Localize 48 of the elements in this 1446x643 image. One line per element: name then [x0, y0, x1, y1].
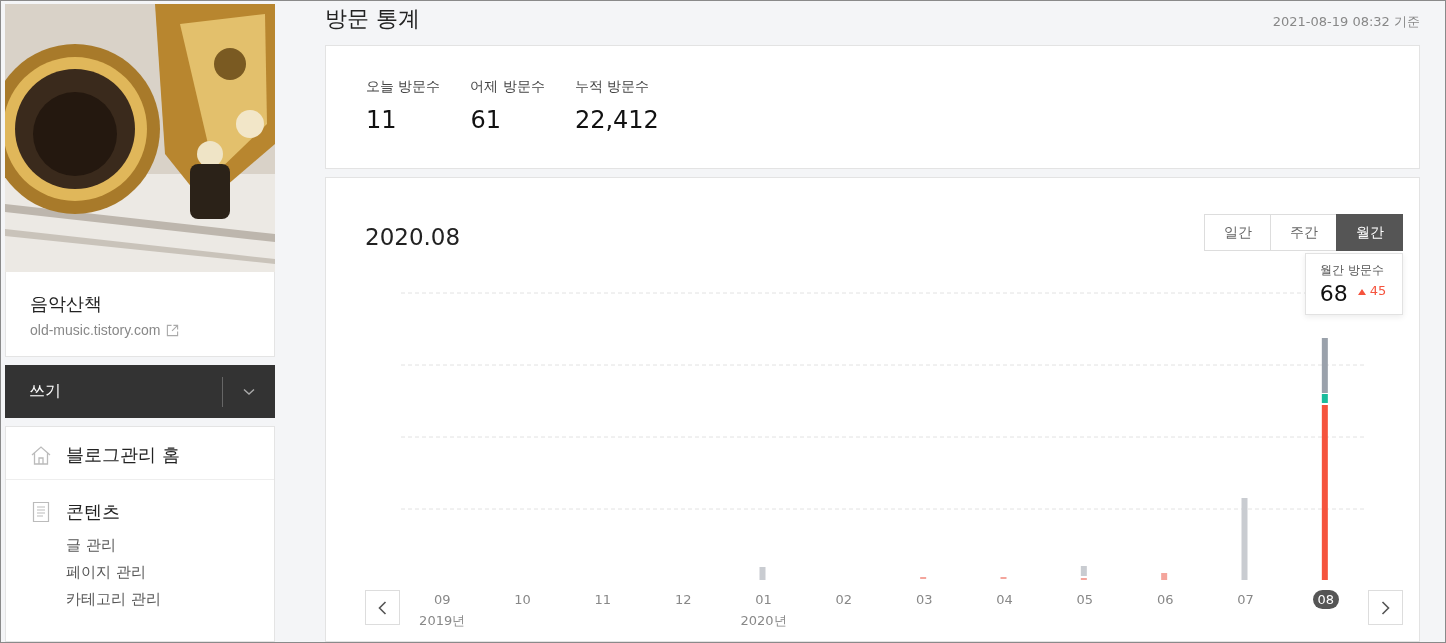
previous-button[interactable] [365, 590, 400, 625]
stat-label: 어제 방문수 [470, 78, 545, 96]
month-label[interactable]: 09 [428, 590, 456, 609]
period-label: 2020.08 [365, 223, 461, 250]
document-icon [30, 501, 52, 523]
menu-item[interactable]: 글 관리 [66, 536, 250, 555]
menu-item[interactable]: 페이지 관리 [66, 563, 250, 582]
up-triangle-icon [1357, 289, 1366, 295]
month-label[interactable]: 06 [1151, 590, 1179, 609]
chevron-left-icon [378, 600, 387, 615]
tooltip-change: 45 [1369, 283, 1387, 298]
tooltip-value: 68 [1319, 281, 1348, 306]
chevron-right-icon [1381, 600, 1390, 615]
month-label[interactable]: 10 [509, 590, 536, 609]
next-button[interactable] [1368, 590, 1403, 625]
blog-url[interactable]: old-music.tistory.com [30, 322, 161, 338]
tooltip-label: 월간 방문수 [1319, 262, 1385, 279]
menu-section-title[interactable]: 블로그관리 홈 [66, 443, 180, 467]
range-tab[interactable]: 주간 [1270, 214, 1337, 251]
month-label[interactable]: 08 [1312, 590, 1340, 609]
page-title: 방문 통계 [325, 5, 420, 33]
bar [1161, 573, 1168, 580]
month-label[interactable]: 07 [1232, 590, 1259, 609]
bar [1080, 566, 1087, 580]
stat-value: 22,412 [574, 106, 659, 134]
stat-label: 누적 방문수 [574, 78, 651, 96]
stat-value: 11 [366, 106, 398, 134]
month-label[interactable]: 12 [669, 590, 697, 609]
month-label[interactable]: 04 [991, 590, 1018, 609]
bar [759, 567, 766, 580]
chevron-down-icon [243, 387, 255, 396]
home-icon [30, 444, 52, 466]
month-label[interactable]: 11 [589, 590, 617, 609]
year-label: 2020년 [740, 612, 787, 630]
stat-value: 61 [470, 106, 502, 134]
month-label[interactable]: 05 [1071, 590, 1099, 609]
menu-item[interactable]: 카테고리 관리 [66, 590, 250, 609]
year-label: 2019년 [419, 612, 466, 630]
blog-name: 음악산책 [30, 292, 103, 316]
range-tab[interactable]: 월간 [1336, 214, 1403, 251]
month-label[interactable]: 03 [910, 590, 938, 609]
timestamp: 2021-08-19 08:32 기준 [1272, 13, 1420, 31]
stat-label: 오늘 방문수 [366, 78, 441, 96]
range-tab[interactable]: 일간 [1204, 214, 1271, 251]
month-label[interactable]: 01 [750, 590, 777, 609]
external-link-icon[interactable] [166, 323, 180, 337]
menu-section-title[interactable]: 콘텐츠 [66, 500, 120, 524]
month-label[interactable]: 02 [830, 590, 858, 609]
